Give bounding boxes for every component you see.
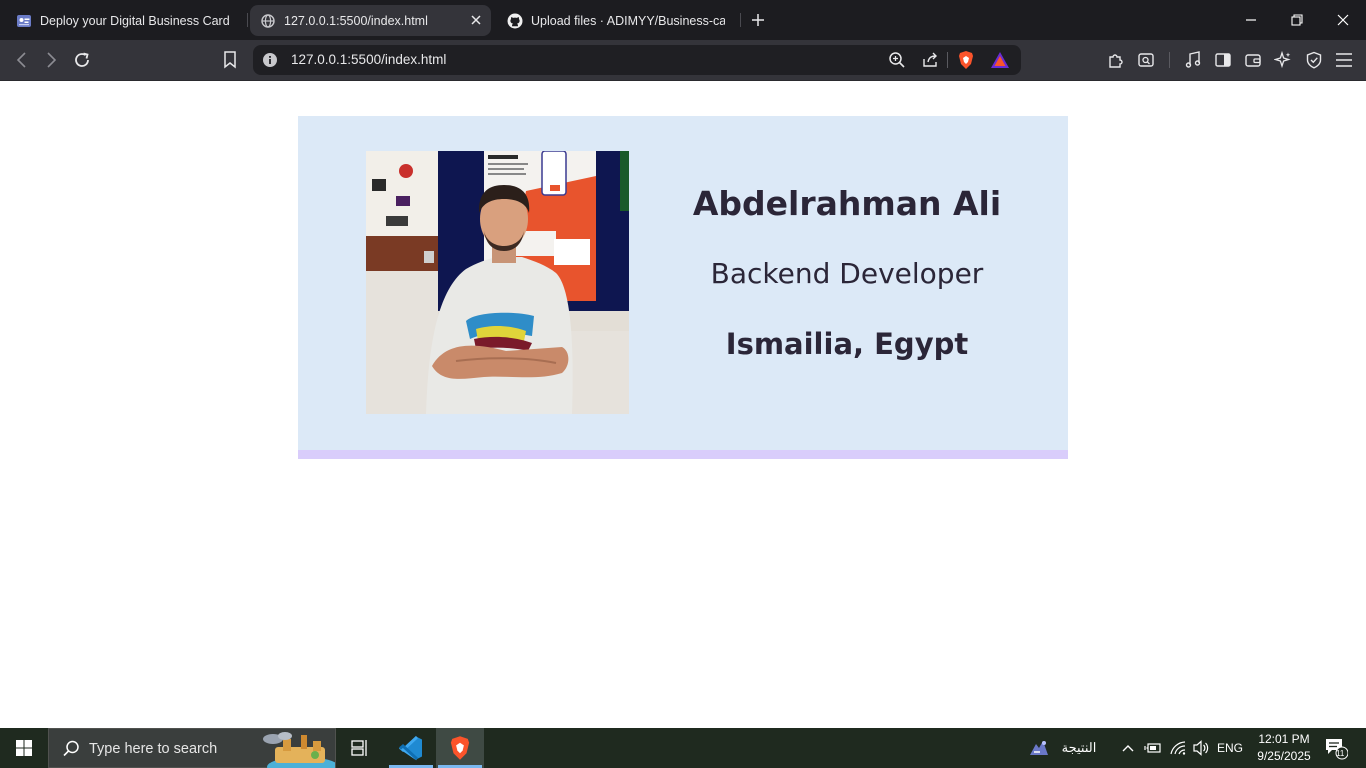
close-tab-icon[interactable] xyxy=(469,13,483,27)
menu-icon[interactable] xyxy=(1334,50,1354,70)
clock-time: 12:01 PM xyxy=(1258,732,1310,746)
task-view-button[interactable] xyxy=(336,728,384,768)
github-icon xyxy=(507,13,523,29)
back-button[interactable] xyxy=(12,50,32,70)
brave-shields-icon[interactable] xyxy=(956,50,976,70)
browser-tab-strip: Deploy your Digital Business Card 127.0.… xyxy=(0,0,1366,40)
card-info: Abdelrahman Ali Backend Developer Ismail… xyxy=(668,116,1026,450)
search-highlight-illustration xyxy=(255,729,339,768)
profile-photo xyxy=(366,151,629,414)
person-name: Abdelrahman Ali xyxy=(692,184,1002,223)
business-card: Abdelrahman Ali Backend Developer Ismail… xyxy=(298,116,1068,459)
business-card-favicon xyxy=(16,13,32,29)
reload-button[interactable] xyxy=(72,50,92,70)
minimize-button[interactable] xyxy=(1228,0,1274,40)
windows-taskbar: Type here to search النتيجة ENG 12:01 PM… xyxy=(0,728,1366,768)
brave-taskbar-app[interactable] xyxy=(436,728,484,768)
taskbar-search[interactable]: Type here to search xyxy=(48,728,339,768)
zoom-icon[interactable] xyxy=(887,50,907,70)
tab-localhost[interactable]: 127.0.0.1:5500/index.html xyxy=(250,5,491,36)
vscode-icon xyxy=(399,735,422,761)
url-divider xyxy=(947,52,948,68)
location: Ismailia, Egypt xyxy=(725,327,969,361)
wifi-icon[interactable] xyxy=(1167,728,1189,768)
clock-date: 9/25/2025 xyxy=(1257,749,1311,763)
job-title: Backend Developer xyxy=(710,257,984,290)
wallet-icon[interactable] xyxy=(1243,50,1263,70)
search-icon xyxy=(61,739,81,759)
vpn-shield-icon[interactable] xyxy=(1304,50,1324,70)
leo-ai-icon[interactable] xyxy=(1273,50,1293,70)
new-tab-button[interactable] xyxy=(748,10,768,30)
url-text: 127.0.0.1:5500/index.html xyxy=(291,52,447,67)
brave-browser-icon xyxy=(450,736,470,760)
browser-toolbar: 127.0.0.1:5500/index.html xyxy=(0,40,1366,81)
leo-search-icon[interactable] xyxy=(1136,50,1156,70)
volume-icon[interactable] xyxy=(1190,728,1212,768)
globe-icon xyxy=(260,13,276,29)
vscode-taskbar-app[interactable] xyxy=(387,728,435,768)
tab-divider xyxy=(247,13,248,27)
start-button[interactable] xyxy=(0,728,48,768)
media-icon[interactable] xyxy=(1183,50,1203,70)
notification-count-badge: 11 xyxy=(1336,749,1345,758)
windows-logo-icon xyxy=(16,740,32,756)
task-view-icon xyxy=(351,740,367,756)
show-hidden-icons-chevron-icon[interactable] xyxy=(1118,728,1138,768)
search-placeholder: Type here to search xyxy=(89,741,218,757)
weather-widget-icon[interactable] xyxy=(1026,728,1052,768)
tab-title: 127.0.0.1:5500/index.html xyxy=(284,13,428,28)
system-clock[interactable]: 12:01 PM 9/25/2025 xyxy=(1246,731,1322,765)
bookmark-icon[interactable] xyxy=(220,50,240,70)
weather-widget-label[interactable]: النتيجة xyxy=(1054,728,1104,768)
notification-center-button[interactable]: 11 xyxy=(1322,728,1350,768)
tab-divider xyxy=(740,13,741,27)
tab-title: Deploy your Digital Business Card xyxy=(40,13,230,28)
input-language[interactable]: ENG xyxy=(1214,728,1246,768)
toolbar-divider xyxy=(1169,52,1170,68)
battery-icon[interactable] xyxy=(1142,728,1164,768)
close-window-button[interactable] xyxy=(1320,0,1366,40)
site-info-icon[interactable] xyxy=(262,52,278,68)
restore-button[interactable] xyxy=(1274,0,1320,40)
tab-deploy-card[interactable]: Deploy your Digital Business Card xyxy=(6,5,244,36)
extensions-icon[interactable] xyxy=(1106,50,1126,70)
tab-title: Upload files · ADIMYY/Business-card xyxy=(531,13,725,28)
forward-button[interactable] xyxy=(41,50,61,70)
sidebar-icon[interactable] xyxy=(1213,50,1233,70)
brave-rewards-icon[interactable] xyxy=(990,50,1010,70)
address-bar[interactable]: 127.0.0.1:5500/index.html xyxy=(253,45,1021,75)
tab-github-upload[interactable]: Upload files · ADIMYY/Business-card xyxy=(497,5,735,36)
share-icon[interactable] xyxy=(920,50,940,70)
